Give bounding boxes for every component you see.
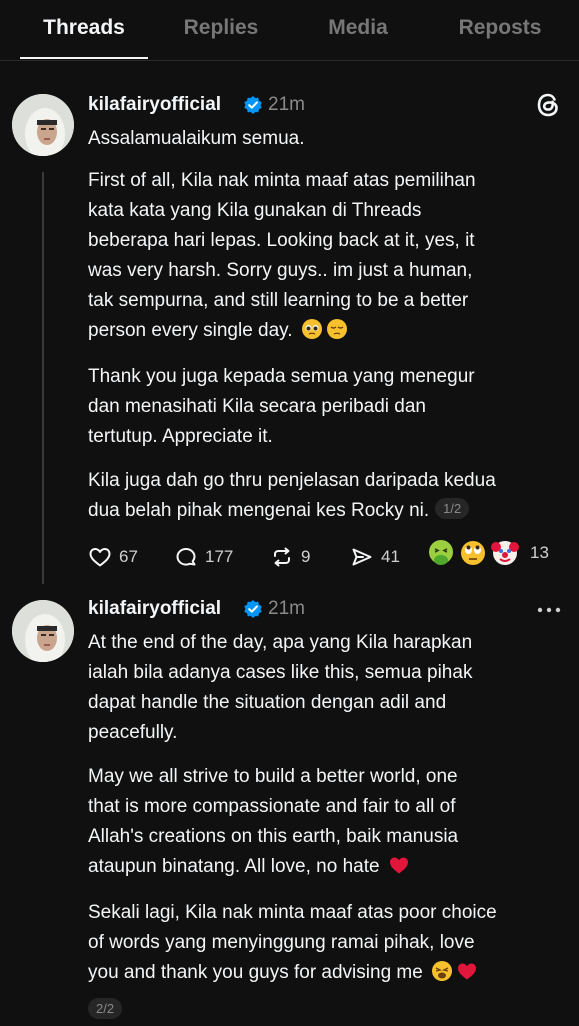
tab-threads[interactable]: Threads [20, 16, 148, 40]
post-text-line-with-emoji: ataupun binatang. All love, no hate [88, 852, 568, 882]
post-text-line: At the end of the day, apa yang Kila har… [88, 632, 473, 653]
post-paragraph: Sekali lagi, Kila nak minta maaf atas po… [88, 898, 568, 988]
post-paragraph: At the end of the day, apa yang Kila har… [88, 628, 568, 748]
post-paragraph: May we all strive to build a better worl… [88, 762, 568, 882]
post-text-line: of words yang menyinggung ramai pihak, l… [88, 932, 475, 953]
post-text: dua belah pihak mengenai kes Rocky ni. [88, 500, 430, 521]
avatar[interactable] [12, 600, 74, 662]
post-text-line-with-emoji: person every single day. [88, 316, 568, 346]
repost-button[interactable]: 9 [270, 544, 310, 570]
post-text: you and thank you guys for advising me [88, 962, 423, 983]
post-text-line: First of all, Kila nak minta maaf atas p… [88, 170, 476, 191]
post-text-line: Thank you juga kepada semua yang menegur [88, 366, 475, 387]
tab-media[interactable]: Media [298, 16, 418, 40]
nauseated-face-emoji [429, 540, 453, 565]
post-time: 21m [268, 598, 305, 619]
verified-badge-icon [244, 600, 262, 618]
profile-tabs: Threads Replies Media Reposts [0, 0, 579, 61]
post-text-line: that is more compassionate and fair to a… [88, 796, 456, 817]
post-actions: 67 177 9 41 13 [88, 540, 568, 574]
post-text-line: Allah's creations on this earth, baik ma… [88, 826, 459, 847]
share-button[interactable]: 41 [350, 544, 400, 570]
post-text-line: ialah bila adanya cases like this, semua… [88, 662, 473, 683]
tab-reposts[interactable]: Reposts [440, 16, 560, 40]
post-text-line: kata kata yang Kila gunakan di Threads [88, 200, 422, 221]
share-count: 41 [381, 547, 400, 566]
thread-page-badge: 1/2 [435, 498, 470, 519]
post-text-line: peacefully. [88, 722, 178, 743]
username[interactable]: kilafairyofficial [88, 598, 221, 620]
post-text-line: tak sempurna, and still learning to be a… [88, 290, 469, 311]
post-paragraph: 2/2 [88, 996, 568, 1026]
weary-face-emoji [431, 961, 452, 981]
tab-replies[interactable]: Replies [160, 16, 282, 40]
send-icon [352, 548, 372, 566]
post-text-line: dapat handle the situation dengan adil a… [88, 692, 447, 713]
red-heart-emoji [389, 857, 408, 874]
post-text-line: beberapa hari lepas. Looking back at it,… [88, 230, 475, 251]
threads-logo-icon[interactable] [533, 90, 563, 120]
comment-icon [176, 548, 196, 566]
post-text-line: Assalamualaikum semua. [88, 128, 305, 149]
eye-roll-emoji [461, 541, 485, 565]
heart-icon [89, 548, 111, 567]
avatar[interactable] [12, 94, 74, 156]
post-text-line: dan menasihati Kila secara peribadi dan [88, 396, 426, 417]
post-text-line: May we all strive to build a better worl… [88, 766, 458, 787]
clown-face-emoji [491, 541, 519, 565]
post-text-line: Sekali lagi, Kila nak minta maaf atas po… [88, 902, 497, 923]
comment-button[interactable]: 177 [174, 544, 233, 570]
post-paragraph: Assalamualaikum semua. [88, 124, 568, 154]
pensive-face-emoji [326, 319, 347, 339]
post-paragraph: Thank you juga kepada semua yang menegur… [88, 362, 568, 452]
repost-count: 9 [301, 547, 311, 566]
username[interactable]: kilafairyofficial [88, 94, 221, 116]
comment-count: 177 [205, 547, 234, 566]
post-text-line: was very harsh. Sorry guys.. im just a h… [88, 260, 473, 281]
post-text: ataupun binatang. All love, no hate [88, 856, 380, 877]
post-text-line-with-emoji: you and thank you guys for advising me [88, 958, 568, 988]
active-tab-indicator [20, 57, 148, 59]
pleading-face-emoji [301, 319, 322, 339]
post-paragraph: Kila juga dah go thru penjelasan daripad… [88, 466, 568, 526]
post-text-line: tertutup. Appreciate it. [88, 426, 273, 447]
post-text-line: Kila juga dah go thru penjelasan daripad… [88, 470, 496, 491]
thread-page-badge: 2/2 [88, 998, 123, 1019]
thread-connector-line [42, 172, 44, 584]
post-text: person every single day. [88, 320, 293, 341]
red-heart-emoji [457, 963, 476, 980]
post-paragraph: First of all, Kila nak minta maaf atas p… [88, 166, 568, 346]
like-count: 67 [119, 547, 138, 566]
reaction-count: 13 [530, 543, 549, 562]
repost-icon [274, 547, 290, 567]
post-text-line-with-badge: dua belah pihak mengenai kes Rocky ni. 1/… [88, 496, 568, 526]
reactions-summary[interactable]: 13 [426, 540, 549, 566]
post-time: 21m [268, 94, 305, 115]
like-button[interactable]: 67 [88, 544, 138, 570]
verified-badge-icon [244, 96, 262, 114]
more-icon[interactable] [536, 606, 562, 614]
